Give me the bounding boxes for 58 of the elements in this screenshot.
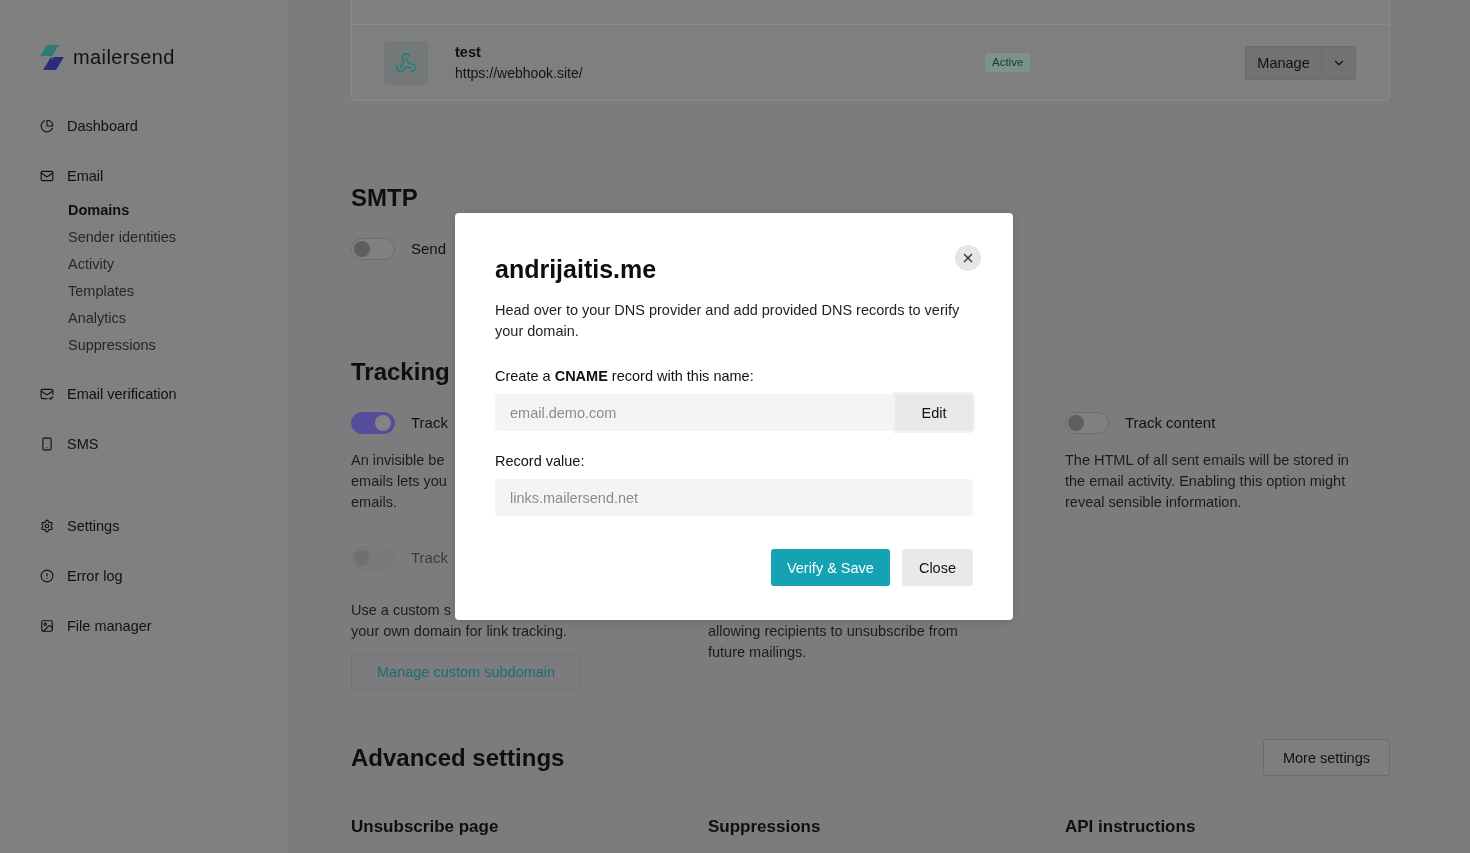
subsection-title: Unsubscribe page — [351, 816, 499, 838]
section-title: Advanced settings — [351, 742, 565, 773]
close-button[interactable] — [955, 245, 981, 271]
alert-circle-icon — [40, 569, 54, 583]
settings-icon — [40, 519, 54, 533]
description-text: emails lets you — [351, 472, 447, 491]
description-text: emails. — [351, 493, 397, 512]
envelope-check-icon — [40, 387, 54, 401]
description-text: your own domain for link tracking. — [351, 622, 567, 641]
manage-button[interactable]: Manage — [1245, 45, 1321, 80]
toggle-switch[interactable] — [351, 238, 395, 260]
subsection-title: Suppressions — [708, 816, 821, 838]
nav-subitem[interactable]: Domains — [68, 200, 130, 221]
section-title: SMTP — [351, 183, 418, 213]
dialog-title: andrijaitis.me — [495, 254, 657, 284]
toggle-switch[interactable] — [1065, 412, 1109, 434]
verify-save-button[interactable]: Verify & Save — [770, 549, 890, 586]
brand-name: mailersend — [73, 45, 175, 70]
nav-subitem[interactable]: Sender identities — [68, 227, 176, 248]
field-label: Create a CNAME record with this name: — [495, 367, 754, 386]
close-icon — [961, 251, 975, 265]
section-title: Tracking — [351, 357, 450, 387]
nav-item[interactable]: Email verification — [40, 382, 177, 406]
nav-item[interactable]: Error log — [40, 564, 123, 588]
toggle-label: Track — [411, 413, 448, 433]
toggle-label: Track — [411, 548, 448, 568]
more-settings-button[interactable]: More settings — [1262, 739, 1390, 776]
description-text: The HTML of all sent emails will be stored in the email activity. Enabling this option might reveal sensible information. — [1065, 451, 1350, 512]
status-badge: Active — [985, 53, 1031, 72]
nav-item[interactable]: File manager — [40, 614, 152, 638]
image-icon — [40, 619, 54, 633]
description-text: Use a custom s — [351, 601, 451, 620]
subsection-title: API instructions — [1065, 816, 1196, 838]
envelope-icon — [40, 169, 54, 183]
description-text: allowing recipients to unsubscribe from — [708, 622, 958, 641]
field-label: Record value: — [495, 452, 585, 471]
nav-item[interactable]: Email — [40, 164, 104, 188]
dialog-text: Head over to your DNS provider and add provided DNS records to verify your domain. — [495, 301, 961, 341]
nav-subitem[interactable]: Suppressions — [68, 335, 156, 356]
webhook-icon — [384, 40, 428, 85]
nav-subitem[interactable]: Analytics — [68, 308, 127, 329]
dropdown-button[interactable] — [1321, 45, 1356, 80]
nav-subitem[interactable]: Activity — [68, 254, 114, 275]
webhook-url: https://webhook.site/ — [455, 64, 583, 83]
toggle-switch[interactable] — [351, 412, 395, 434]
nav-subitem[interactable]: Templates — [68, 281, 135, 302]
toggle-label: Track content — [1125, 413, 1216, 433]
description-text: future mailings. — [708, 643, 807, 662]
pie-chart-icon — [40, 119, 54, 133]
close-dialog-button[interactable]: Close — [901, 549, 973, 586]
nav-item[interactable]: Settings — [40, 514, 120, 538]
phone-icon — [40, 437, 54, 451]
nav-item[interactable]: SMS — [40, 432, 99, 456]
toggle-label: Send — [411, 239, 447, 259]
webhook-name: test — [455, 43, 481, 62]
description-text: An invisible be — [351, 451, 445, 470]
nav-item[interactable]: Dashboard — [40, 114, 138, 138]
logo-icon — [38, 45, 65, 70]
